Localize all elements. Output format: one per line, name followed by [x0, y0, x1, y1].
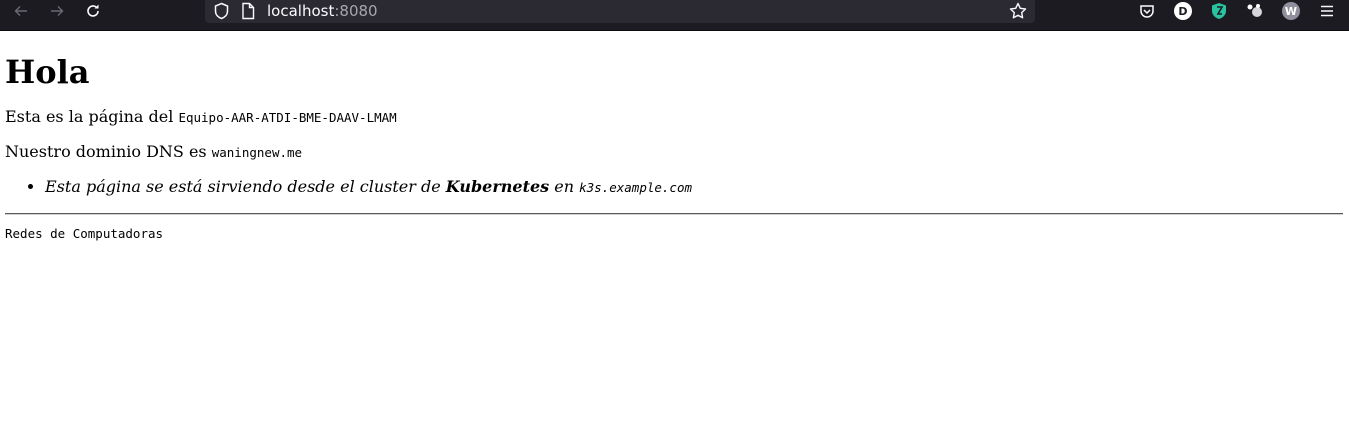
team-line: Esta es la página del Equipo-AAR-ATDI-BM… [5, 107, 1344, 128]
url-text[interactable]: localhost:8080 [267, 2, 378, 20]
url-port: :8080 [334, 2, 378, 20]
cluster-text-mid: en [549, 177, 580, 196]
account-avatar-icon[interactable]: W [1282, 2, 1300, 20]
dns-domain: waningnew.me [211, 145, 303, 160]
forward-button[interactable] [44, 0, 70, 22]
team-name: Equipo-AAR-ATDI-BME-DAAV-LMAM [178, 110, 397, 125]
page-icon[interactable] [241, 2, 255, 24]
profile-avatar-icon[interactable]: D [1174, 2, 1192, 20]
info-list: Esta página se está sirviendo desde el c… [5, 177, 1344, 198]
page-content: Hola Esta es la página del Equipo-AAR-AT… [0, 54, 1349, 241]
extension-shield-icon[interactable] [1210, 2, 1228, 20]
shield-icon[interactable] [213, 2, 230, 24]
url-bar[interactable]: localhost:8080 [205, 0, 1035, 23]
reload-icon [87, 4, 99, 17]
extension-puzzle-icon[interactable] [1246, 2, 1264, 20]
pocket-icon[interactable] [1138, 2, 1156, 20]
footer-text: Redes de Computadoras [5, 226, 164, 241]
team-line-text: Esta es la página del [5, 107, 179, 126]
browser-toolbar: localhost:8080 D W [0, 0, 1349, 31]
cluster-host: k3s.example.com [579, 180, 693, 195]
kubernetes-label: Kubernetes [445, 177, 550, 196]
page-heading: Hola [5, 53, 90, 91]
cluster-text: Esta página se está sirviendo desde el c… [45, 177, 446, 196]
menu-hamburger-icon[interactable] [1318, 2, 1336, 20]
list-item: Esta página se está sirviendo desde el c… [45, 177, 1344, 198]
arrow-left-icon [14, 6, 27, 16]
dns-line: Nuestro dominio DNS es waningnew.me [5, 142, 1344, 163]
back-button[interactable] [8, 0, 34, 22]
dns-line-text: Nuestro dominio DNS es [5, 142, 212, 161]
divider [5, 213, 1343, 215]
bookmark-star-icon[interactable] [1009, 2, 1027, 24]
reload-button[interactable] [80, 0, 106, 22]
arrow-right-icon [51, 6, 64, 16]
url-host: localhost [267, 2, 335, 20]
